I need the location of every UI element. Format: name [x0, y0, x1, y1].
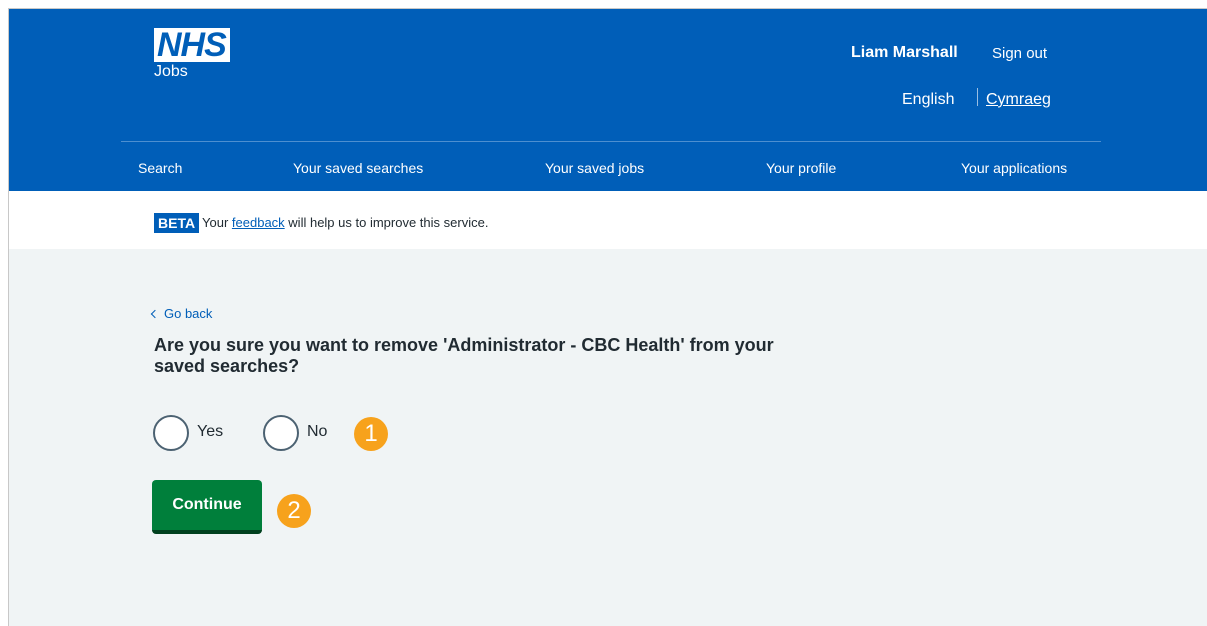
nav-item-saved-jobs[interactable]: Your saved jobs — [545, 160, 644, 176]
nav-item-search[interactable]: Search — [138, 160, 182, 176]
language-english: English — [902, 91, 955, 108]
logo-subtitle: Jobs — [154, 63, 188, 80]
chevron-left-icon — [150, 309, 160, 319]
beta-message: Your feedback will help us to improve th… — [202, 215, 488, 230]
go-back-label: Go back — [164, 306, 213, 321]
nav-item-applications[interactable]: Your applications — [961, 160, 1067, 176]
nav-item-profile[interactable]: Your profile — [766, 160, 836, 176]
nav-item-saved-searches[interactable]: Your saved searches — [293, 160, 423, 176]
beta-tag: BETA — [154, 213, 200, 233]
nhs-jobs-logo[interactable]: NHS Jobs — [154, 28, 230, 81]
nav-divider — [121, 141, 1101, 142]
language-separator — [977, 88, 978, 106]
continue-button[interactable]: Continue — [152, 480, 262, 534]
beta-banner: BETA Your feedback will help us to impro… — [9, 191, 1207, 249]
annotation-badge-2: 2 — [277, 494, 311, 528]
radio-no[interactable] — [263, 415, 299, 451]
page-question: Are you sure you want to remove 'Adminis… — [154, 335, 774, 376]
main-content: Go back Are you sure you want to remove … — [9, 249, 1207, 626]
radio-yes-label[interactable]: Yes — [197, 423, 223, 441]
beta-text-before: Your — [202, 215, 229, 230]
go-back-link[interactable]: Go back — [150, 306, 213, 321]
feedback-link[interactable]: feedback — [232, 215, 285, 230]
sign-out-link[interactable]: Sign out — [992, 45, 1047, 62]
language-cymraeg-link[interactable]: Cymraeg — [986, 91, 1051, 109]
nhs-logo-mark: NHS — [154, 28, 230, 62]
annotation-badge-1: 1 — [354, 417, 388, 451]
beta-text-after: will help us to improve this service. — [288, 215, 489, 230]
site-header: NHS Jobs Liam Marshall Sign out English … — [9, 9, 1207, 191]
user-name: Liam Marshall — [851, 44, 958, 61]
browser-frame: NHS Jobs Liam Marshall Sign out English … — [8, 8, 1207, 626]
radio-yes[interactable] — [153, 415, 189, 451]
radio-no-label[interactable]: No — [307, 423, 327, 441]
